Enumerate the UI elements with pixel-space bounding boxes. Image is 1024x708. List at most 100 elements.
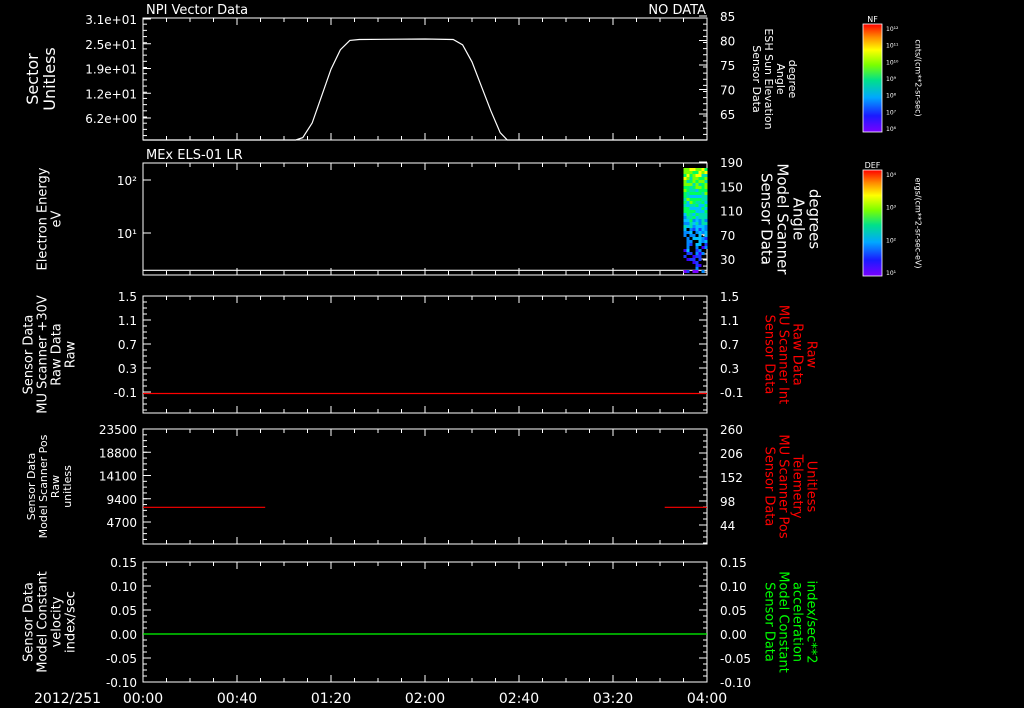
- spectrogram-cell: [689, 231, 693, 234]
- x-tick-label: 02:40: [499, 691, 539, 707]
- spectrogram-cell: [701, 189, 705, 192]
- colorbar-title: NF: [867, 15, 878, 24]
- spectrogram-cell: [695, 264, 699, 267]
- right-tick-label: 0.15: [720, 556, 747, 570]
- colorbar-gradient: [862, 169, 883, 277]
- spectrogram-cell: [698, 204, 702, 207]
- spectrogram-cell: [704, 243, 708, 246]
- spectrogram-cell: [704, 222, 708, 225]
- right-tick-label: 98: [720, 495, 735, 509]
- spectrogram-cell: [698, 264, 702, 267]
- spectrogram-cell: [704, 234, 708, 237]
- right-axis-label-line: MU Scanner Int: [776, 305, 791, 404]
- left-axis-label-line: Raw Data: [50, 323, 65, 386]
- spectrogram-cell: [692, 189, 696, 192]
- right-tick-label: 152: [720, 471, 743, 485]
- spectrogram-cell: [698, 252, 702, 255]
- left-tick-label: 1.5: [118, 290, 137, 304]
- x-tick-label: 01:20: [311, 691, 351, 707]
- spectrogram-cell: [698, 171, 702, 174]
- colorbar-tick-label: 10⁶: [886, 126, 897, 133]
- left-tick-label: 0.05: [110, 604, 137, 618]
- spectrogram-cell: [695, 195, 699, 198]
- spectrogram-cell: [683, 204, 687, 207]
- panel-frame: [142, 561, 708, 683]
- spectrogram-cell: [692, 234, 696, 237]
- spectrogram-cell: [686, 231, 690, 234]
- colorbar-title: DEF: [865, 161, 881, 170]
- right-axis-label: Sensor Data ESH Sun Elevation Angle degree: [750, 28, 799, 129]
- x-tick-label: 00:00: [123, 691, 163, 707]
- spectrogram-cell: [686, 201, 690, 204]
- left-axis-label-line: Unitless: [40, 47, 59, 111]
- spectrogram-cell: [704, 219, 708, 222]
- spectrogram-cell: [686, 171, 690, 174]
- spectrogram-cell: [698, 258, 702, 261]
- spectrogram-cell: [698, 234, 702, 237]
- right-axis-label-line: Sensor Data: [758, 173, 776, 265]
- spectrogram-cell: [704, 225, 708, 228]
- spectrogram-cell: [695, 270, 699, 273]
- spectrogram-cell: [692, 177, 696, 180]
- spectrogram-cell: [686, 186, 690, 189]
- spectrogram-cell: [692, 210, 696, 213]
- spectrogram-cell: [698, 201, 702, 204]
- right-tick-label: 260: [720, 423, 743, 437]
- spectrogram-cell: [689, 174, 693, 177]
- right-tick-label: -0.1: [720, 386, 743, 400]
- spectrogram-cell: [686, 216, 690, 219]
- left-axis-label-line: index/sec: [64, 591, 79, 653]
- spectrogram-cell: [701, 177, 705, 180]
- spectrogram-cell: [698, 249, 702, 252]
- left-axis-label: Sensor Data MU Scanner +30V Raw Data Raw: [22, 295, 79, 414]
- right-tick-label: 206: [720, 447, 743, 461]
- spectrogram-cell: [683, 186, 687, 189]
- right-axis-label-line: Sensor Data: [762, 582, 777, 662]
- spectrogram-cell: [698, 237, 702, 240]
- spectrogram-cell: [704, 195, 708, 198]
- left-axis-label-line: Sensor Data: [22, 582, 37, 662]
- spectrogram-cell: [686, 183, 690, 186]
- spectrogram-cell: [701, 186, 705, 189]
- left-axis-label-line: Raw: [64, 340, 79, 368]
- right-axis-label-line: Sensor Data: [762, 447, 777, 527]
- left-tick-label: 9400: [106, 493, 137, 507]
- left-axis-label-line: unitless: [61, 465, 74, 508]
- spectrogram-cell: [701, 204, 705, 207]
- right-tick-label: 1.1: [720, 314, 739, 328]
- spectrogram-cell: [683, 192, 687, 195]
- spectrogram-cell: [701, 171, 705, 174]
- spectrogram-cell: [683, 270, 687, 273]
- spectrogram-cell: [701, 270, 705, 273]
- right-tick-label: 0.10: [720, 580, 747, 594]
- panel-frame: [142, 295, 708, 414]
- spectrogram-cell: [704, 192, 708, 195]
- right-axis-label-line: Angle: [774, 63, 787, 95]
- spectrogram-cell: [695, 213, 699, 216]
- panel-mu_int: 1.5 1.1 0.7 0.3 -0.1 1.5 1.1 0.7 0.3 -0.1 Sensor D…: [22, 290, 819, 414]
- spectrogram-cell: [698, 168, 702, 171]
- spectrogram-cell: [695, 180, 699, 183]
- spectrogram-cell: [686, 249, 690, 252]
- right-axis-label: Sensor Data Model Constant acceleration ind…: [762, 571, 819, 673]
- spectrogram-cell: [695, 216, 699, 219]
- colorbar-tick-label: 10⁹: [886, 76, 897, 83]
- spectrogram-cell: [689, 198, 693, 201]
- spectrogram-cell: [698, 222, 702, 225]
- spectrogram-cell: [698, 183, 702, 186]
- right-axis-label-line: acceleration: [790, 582, 805, 662]
- panel-title: NPI Vector Data: [146, 3, 248, 18]
- right-tick-label: 75: [720, 59, 735, 73]
- colorbar-tick-label: 10⁸: [886, 93, 897, 100]
- spectrogram-cell: [686, 174, 690, 177]
- spectrogram-cell: [695, 228, 699, 231]
- x-tick-label: 00:40: [217, 691, 257, 707]
- spectrogram-cell: [689, 225, 693, 228]
- spectrogram-cell: [686, 219, 690, 222]
- left-axis-label-line: Model Constant: [36, 571, 51, 673]
- left-tick-label: 3.1e+01: [85, 13, 137, 27]
- spectrogram-cell: [683, 189, 687, 192]
- left-tick-label: 2.5e+01: [85, 38, 137, 52]
- left-axis-label-line: MU Scanner +30V: [36, 295, 51, 414]
- spectrogram-cell: [683, 177, 687, 180]
